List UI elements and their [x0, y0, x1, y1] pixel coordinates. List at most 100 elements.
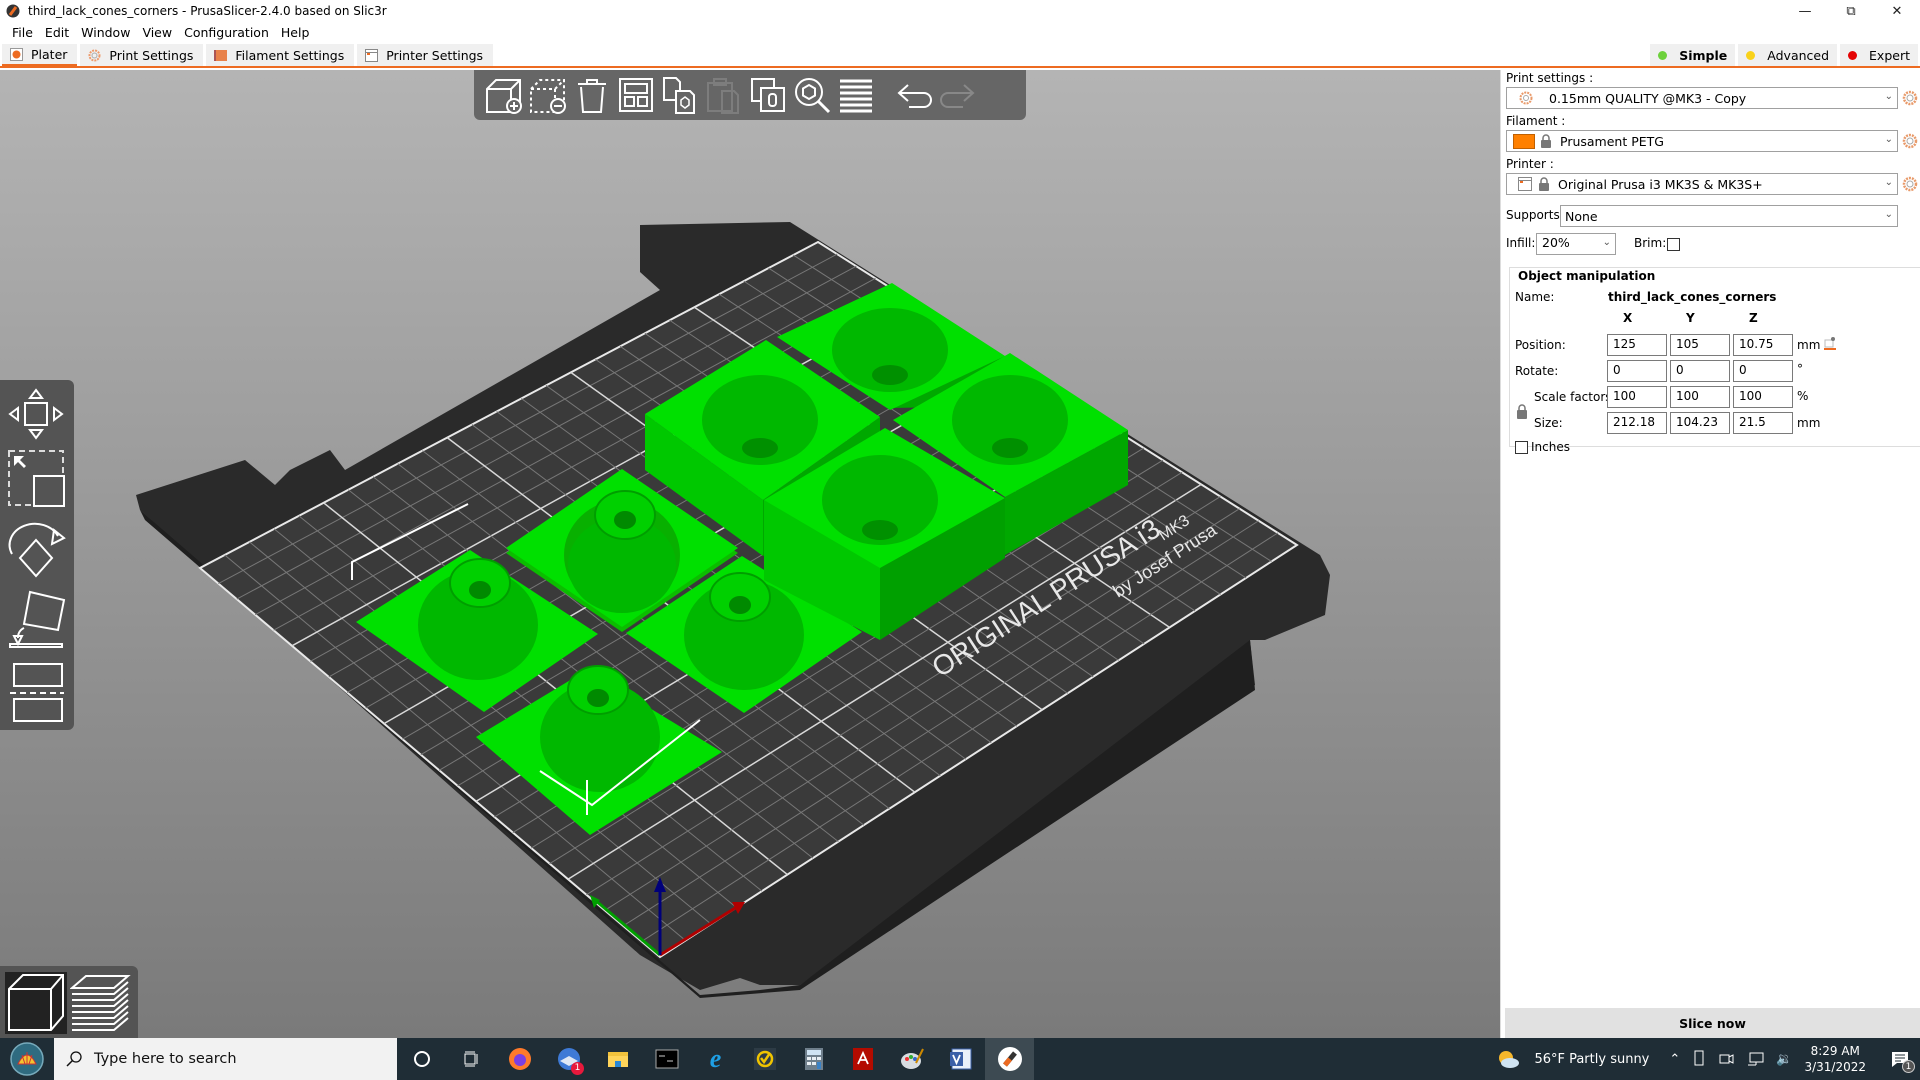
- rotate-x-input[interactable]: 0: [1607, 360, 1667, 382]
- menu-help[interactable]: Help: [275, 25, 316, 40]
- redo-button[interactable]: [936, 73, 980, 117]
- close-button[interactable]: ✕: [1874, 0, 1920, 22]
- undo-button[interactable]: [892, 73, 936, 117]
- norton-taskbar-icon[interactable]: [740, 1038, 789, 1080]
- taskbar-search-input[interactable]: Type here to search: [54, 1038, 397, 1080]
- menu-configuration[interactable]: Configuration: [178, 25, 275, 40]
- place-on-face-button[interactable]: [6, 588, 66, 648]
- position-x-input[interactable]: 125: [1607, 334, 1667, 356]
- object-name: third_lack_cones_corners: [1608, 290, 1777, 304]
- search-button[interactable]: [790, 73, 834, 117]
- show-hidden-icons-chevron-icon[interactable]: ⌃: [1669, 1052, 1680, 1067]
- system-tray: 56°F Partly sunny ⌃ 🔉 8:29 AM 3/31/2022 …: [1496, 1038, 1920, 1080]
- thunderbird-taskbar-icon[interactable]: 1: [544, 1038, 593, 1080]
- cut-tool-button[interactable]: [6, 662, 66, 722]
- print-settings-select[interactable]: 0.15mm QUALITY @MK3 - Copy ⌄: [1506, 87, 1898, 109]
- copy-button[interactable]: [658, 73, 702, 117]
- 3d-scene[interactable]: ORIGINAL PRUSA i3 MK3 by Josef Prusa: [0, 70, 1500, 1038]
- cortana-button[interactable]: [397, 1038, 446, 1080]
- visio-taskbar-icon[interactable]: [936, 1038, 985, 1080]
- weather-text[interactable]: 56°F Partly sunny: [1534, 1052, 1649, 1067]
- tab-label: Filament Settings: [235, 47, 345, 63]
- filament-color-swatch[interactable]: [1513, 133, 1535, 149]
- task-view-button[interactable]: [446, 1038, 495, 1080]
- add-object-button[interactable]: [482, 73, 526, 117]
- usb-device-icon[interactable]: [1692, 1050, 1706, 1068]
- mode-advanced[interactable]: Advanced: [1738, 44, 1838, 66]
- calculator-taskbar-icon[interactable]: [789, 1038, 838, 1080]
- delete-object-button[interactable]: [526, 73, 570, 117]
- position-z-input[interactable]: 10.75: [1733, 334, 1793, 356]
- tab-plater[interactable]: Plater: [2, 44, 78, 66]
- plater-icon: [10, 47, 23, 61]
- 3d-viewport[interactable]: ORIGINAL PRUSA i3 MK3 by Josef Prusa: [0, 70, 1500, 1038]
- mode-simple[interactable]: Simple: [1650, 44, 1736, 66]
- supports-select[interactable]: None ⌄: [1560, 205, 1898, 227]
- filament-select[interactable]: Prusament PETG ⌄: [1506, 130, 1898, 152]
- printer-edit-gear-icon[interactable]: [1902, 176, 1918, 192]
- add-instance-button[interactable]: [746, 73, 790, 117]
- drop-to-bed-icon[interactable]: [1824, 336, 1836, 350]
- volume-icon[interactable]: 🔉: [1776, 1052, 1792, 1067]
- scale-tool-button[interactable]: [6, 448, 66, 507]
- mode-label: Simple: [1679, 47, 1728, 63]
- 3d-view-button[interactable]: [5, 972, 67, 1034]
- tab-print-settings[interactable]: Print Settings: [80, 44, 204, 66]
- terminal-taskbar-icon[interactable]: [642, 1038, 691, 1080]
- rotate-tool-button[interactable]: [6, 518, 66, 578]
- minimize-button[interactable]: —: [1782, 0, 1828, 22]
- paste-icon: [707, 78, 739, 114]
- uniform-scale-lock-icon[interactable]: [1516, 404, 1528, 419]
- internet-explorer-taskbar-icon[interactable]: e: [691, 1038, 740, 1080]
- tab-printer-settings[interactable]: Printer Settings: [357, 44, 494, 66]
- infill-select[interactable]: 20% ⌄: [1536, 233, 1616, 255]
- size-z-input[interactable]: 21.5: [1733, 412, 1793, 434]
- slice-now-button[interactable]: Slice now: [1505, 1008, 1920, 1038]
- lock-icon: [1541, 134, 1551, 148]
- filament-edit-gear-icon[interactable]: [1902, 133, 1918, 149]
- cube-icon: [8, 974, 64, 1031]
- preview-button[interactable]: [69, 972, 132, 1034]
- move-tool-button[interactable]: [6, 386, 66, 442]
- scale-y-input[interactable]: 100: [1670, 386, 1730, 408]
- tab-filament-settings[interactable]: Filament Settings: [206, 44, 355, 66]
- brim-checkbox[interactable]: [1667, 238, 1680, 251]
- menu-file[interactable]: File: [6, 25, 39, 40]
- menu-edit[interactable]: Edit: [39, 25, 75, 40]
- inches-checkbox[interactable]: [1515, 441, 1528, 454]
- scale-z-input[interactable]: 100: [1733, 386, 1793, 408]
- delete-all-button[interactable]: [570, 73, 614, 117]
- size-unit: mm: [1797, 416, 1821, 430]
- file-explorer-taskbar-icon[interactable]: [593, 1038, 642, 1080]
- scale-x-input[interactable]: 100: [1607, 386, 1667, 408]
- layers-editing-button[interactable]: [834, 73, 878, 117]
- acrobat-taskbar-icon[interactable]: [838, 1038, 887, 1080]
- paint-taskbar-icon[interactable]: [887, 1038, 936, 1080]
- printer-select[interactable]: Original Prusa i3 MK3S & MK3S+ ⌄: [1506, 173, 1898, 195]
- camera-icon[interactable]: [1718, 1051, 1734, 1067]
- rotate-z-input[interactable]: 0: [1733, 360, 1793, 382]
- arrange-button[interactable]: [614, 73, 658, 117]
- print-settings-label: Print settings :: [1506, 71, 1594, 85]
- paste-button[interactable]: [702, 73, 746, 117]
- action-center-button[interactable]: 1: [1880, 1038, 1920, 1080]
- network-icon[interactable]: [1746, 1051, 1764, 1067]
- print-settings-edit-gear-icon[interactable]: [1902, 90, 1918, 106]
- paint-icon: [900, 1048, 924, 1069]
- gear-icon: [88, 49, 101, 61]
- position-y-input[interactable]: 105: [1670, 334, 1730, 356]
- start-button[interactable]: [0, 1038, 54, 1080]
- weather-partly-sunny-icon[interactable]: [1496, 1049, 1520, 1069]
- clock[interactable]: 8:29 AM 3/31/2022: [1804, 1043, 1866, 1075]
- rotate-y-input[interactable]: 0: [1670, 360, 1730, 382]
- prusaslicer-taskbar-icon[interactable]: [985, 1038, 1034, 1080]
- restore-button[interactable]: ⧉: [1828, 0, 1874, 22]
- menu-window[interactable]: Window: [75, 25, 136, 40]
- size-x-input[interactable]: 212.18: [1607, 412, 1667, 434]
- instance-icon: [751, 78, 785, 112]
- visio-icon: [949, 1048, 971, 1070]
- menu-view[interactable]: View: [136, 25, 178, 40]
- size-y-input[interactable]: 104.23: [1670, 412, 1730, 434]
- mode-expert[interactable]: Expert: [1840, 44, 1918, 66]
- firefox-taskbar-icon[interactable]: [495, 1038, 544, 1080]
